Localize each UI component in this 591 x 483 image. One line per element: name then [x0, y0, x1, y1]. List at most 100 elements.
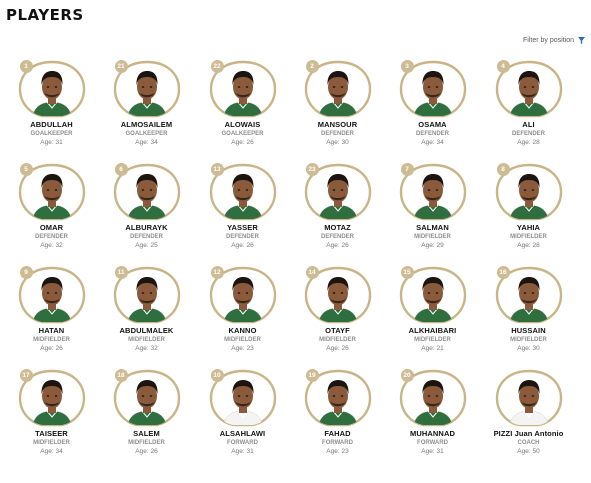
player-position: MIDFIELDER [510, 234, 547, 240]
player-position: DEFENDER [511, 131, 545, 137]
jersey-number-badge: 12 [210, 266, 224, 279]
player-name: ALMOSAILEM [120, 120, 173, 129]
player-position: DEFENDER [129, 234, 163, 240]
player-position: MIDFIELDER [319, 337, 356, 343]
player-position: MIDFIELDER [224, 337, 261, 343]
player-position: GOALKEEPER [125, 131, 168, 137]
jersey-number-badge: 13 [210, 163, 224, 176]
player-name: HATAN [38, 326, 65, 335]
jersey-number-badge: 5 [19, 163, 33, 176]
jersey-number-badge: 1 [19, 60, 33, 73]
player-position: DEFENDER [225, 234, 259, 240]
jersey-number-badge: 16 [496, 266, 510, 279]
player-age: Age: 32 [135, 345, 158, 352]
player-position: MIDFIELDER [128, 337, 165, 343]
player-card[interactable]: 11 ABDULMALEK MIDFIELDER Age: 32 [99, 264, 194, 365]
player-position: MIDFIELDER [414, 337, 451, 343]
player-name: ALOWAIS [224, 120, 261, 129]
player-position: COACH [517, 440, 540, 446]
player-age: Age: 26 [326, 345, 349, 352]
player-card[interactable]: 22 ALOWAIS GOALKEEPER Age: 26 [195, 58, 290, 159]
player-age: Age: 30 [517, 345, 540, 352]
player-photo-frame [494, 367, 564, 427]
player-position: GOALKEEPER [30, 131, 73, 137]
player-card[interactable]: 5 OMAR DEFENDER Age: 32 [4, 161, 99, 262]
player-age: Age: 31 [40, 139, 63, 146]
player-age: Age: 26 [40, 345, 63, 352]
jersey-number-badge: 19 [305, 369, 319, 382]
player-position: DEFENDER [320, 131, 354, 137]
jersey-number-badge: 4 [496, 60, 510, 73]
player-position: FORWARD [227, 440, 258, 446]
player-age: Age: 50 [517, 448, 540, 455]
player-name: ALSAHLAWI [219, 429, 266, 438]
player-card[interactable]: 14 OTAYF MIDFIELDER Age: 26 [290, 264, 385, 365]
player-photo-frame: 23 [303, 161, 373, 221]
player-age: Age: 26 [326, 242, 349, 249]
player-position: MIDFIELDER [414, 234, 451, 240]
jersey-number-badge: 17 [19, 369, 33, 382]
player-age: Age: 30 [326, 139, 349, 146]
player-position: FORWARD [417, 440, 448, 446]
player-photo-frame: 4 [494, 58, 564, 118]
player-name: ALKHAIBARI [408, 326, 457, 335]
player-card[interactable]: 13 YASSER DEFENDER Age: 26 [195, 161, 290, 262]
player-card[interactable]: 23 MOTAZ DEFENDER Age: 26 [290, 161, 385, 262]
player-photo-frame: 22 [208, 58, 278, 118]
player-name: SALEM [133, 429, 160, 438]
player-photo-frame: 11 [112, 264, 182, 324]
player-photo-frame: 15 [398, 264, 468, 324]
player-card[interactable]: 18 SALEM MIDFIELDER Age: 26 [99, 367, 194, 468]
player-position: MIDFIELDER [128, 440, 165, 446]
player-name: FAHAD [324, 429, 351, 438]
jersey-number-badge: 6 [114, 163, 128, 176]
player-photo-frame: 18 [112, 367, 182, 427]
player-name: MOTAZ [324, 223, 351, 232]
player-position: MIDFIELDER [33, 440, 70, 446]
player-photo-frame: 5 [17, 161, 87, 221]
player-card[interactable]: 16 HUSSAIN MIDFIELDER Age: 30 [481, 264, 576, 365]
player-card[interactable]: 19 FAHAD FORWARD Age: 23 [290, 367, 385, 468]
player-card[interactable]: PIZZI Juan Antonio COACH Age: 50 [481, 367, 576, 468]
player-card[interactable]: 12 KANNO MIDFIELDER Age: 23 [195, 264, 290, 365]
player-card[interactable]: 3 OSAMA DEFENDER Age: 34 [385, 58, 480, 159]
player-card[interactable]: 20 MUHANNAD FORWARD Age: 31 [385, 367, 480, 468]
player-name: ALBURAYK [125, 223, 168, 232]
player-card[interactable]: 2 MANSOUR DEFENDER Age: 30 [290, 58, 385, 159]
player-age: Age: 32 [40, 242, 63, 249]
player-photo-frame: 9 [17, 264, 87, 324]
player-name: YASSER [227, 223, 258, 232]
player-name: SALMAN [416, 223, 449, 232]
player-card[interactable]: 7 SALMAN MIDFIELDER Age: 29 [385, 161, 480, 262]
player-name: TAISEER [35, 429, 68, 438]
player-photo-frame: 2 [303, 58, 373, 118]
player-age: Age: 34 [40, 448, 63, 455]
player-name: MANSOUR [317, 120, 358, 129]
player-card[interactable]: 1 ABDULLAH GOALKEEPER Age: 31 [4, 58, 99, 159]
player-card[interactable]: 15 ALKHAIBARI MIDFIELDER Age: 21 [385, 264, 480, 365]
player-card[interactable]: 4 ALI DEFENDER Age: 28 [481, 58, 576, 159]
player-photo-frame: 1 [17, 58, 87, 118]
player-position: DEFENDER [320, 234, 354, 240]
player-age: Age: 23 [231, 345, 254, 352]
jersey-number-badge: 10 [210, 369, 224, 382]
player-name: ALI [522, 120, 535, 129]
player-name: PIZZI Juan Antonio [493, 429, 564, 438]
player-card[interactable]: 17 TAISEER MIDFIELDER Age: 34 [4, 367, 99, 468]
jersey-number-badge: 22 [210, 60, 224, 73]
player-card[interactable]: 21 ALMOSAILEM GOALKEEPER Age: 34 [99, 58, 194, 159]
player-name: ABDULMALEK [119, 326, 174, 335]
jersey-number-badge: 3 [400, 60, 414, 73]
player-card[interactable]: 6 ALBURAYK DEFENDER Age: 25 [99, 161, 194, 262]
player-card[interactable]: 10 ALSAHLAWI FORWARD Age: 31 [195, 367, 290, 468]
player-photo-frame: 16 [494, 264, 564, 324]
jersey-number-badge: 18 [114, 369, 128, 382]
player-name: HUSSAIN [511, 326, 546, 335]
player-name: OSAMA [418, 120, 447, 129]
player-age: Age: 28 [517, 139, 540, 146]
players-grid: 1 ABDULLAH GOALKEEPER Age: 31 2 1 ALMOSAILEM GO… [0, 0, 591, 483]
player-position: MIDFIELDER [33, 337, 70, 343]
player-name: ABDULLAH [30, 120, 73, 129]
player-card[interactable]: 8 YAHIA MIDFIELDER Age: 28 [481, 161, 576, 262]
player-card[interactable]: 9 HATAN MIDFIELDER Age: 26 [4, 264, 99, 365]
